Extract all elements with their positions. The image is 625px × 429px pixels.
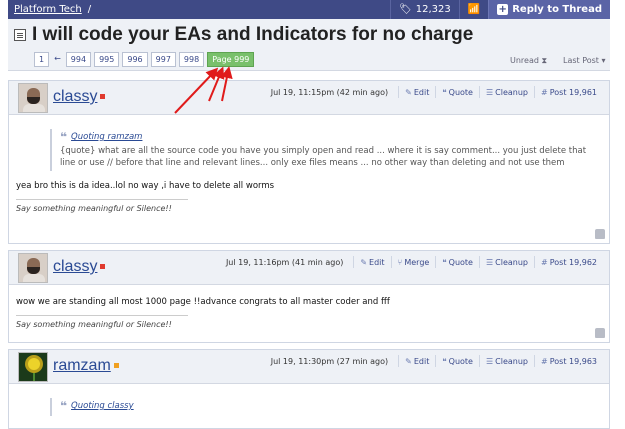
pencil-icon: ✎ — [405, 356, 412, 366]
hash-icon: # — [541, 87, 548, 97]
breadcrumb-separator: / — [87, 4, 92, 15]
post-date: Jul 19, 11:16pm (41 min ago) — [225, 257, 344, 267]
thread-header: I will code your EAs and Indicators for … — [8, 19, 610, 71]
status-icon — [113, 363, 119, 369]
reply-to-thread-button[interactable]: + Reply to Thread — [488, 0, 610, 19]
avatar[interactable] — [18, 352, 48, 382]
username-link[interactable]: classy — [53, 88, 106, 106]
list-icon: ☰ — [485, 257, 494, 267]
quote-author-link[interactable]: Quoting classy — [71, 400, 134, 412]
post-date: Jul 19, 11:15pm (42 min ago) — [270, 87, 389, 97]
signature: Say something meaningful or Silence!! — [16, 320, 172, 329]
avatar[interactable] — [18, 83, 48, 113]
unread-label: Unread — [510, 56, 539, 65]
page-link[interactable]: 996 — [122, 52, 148, 67]
edit-button[interactable]: ✎ Edit — [353, 256, 390, 268]
breadcrumb: Platform Tech / — [8, 4, 91, 15]
post: ramzam Jul 19, 11:30pm (27 min ago) ✎ Edi… — [8, 349, 610, 429]
page-link[interactable]: 998 — [178, 52, 205, 67]
page-link[interactable]: 995 — [94, 52, 120, 67]
edit-button[interactable]: ✎ Edit — [398, 86, 435, 98]
prev-page-arrow[interactable]: ← — [52, 52, 63, 67]
post-number-link[interactable]: # Post 19,963 — [534, 355, 603, 367]
quote-button[interactable]: ❝ Quote — [435, 86, 479, 98]
hash-icon: # — [541, 257, 548, 267]
wifi-icon: 📶 — [467, 4, 481, 15]
subscribe-button[interactable]: 📶 — [458, 0, 488, 19]
lastpost-label: Last Post — [563, 56, 599, 65]
avatar[interactable] — [18, 253, 48, 283]
username-link[interactable]: classy — [53, 258, 106, 276]
thumbs-up-icon[interactable] — [595, 328, 605, 338]
plus-icon: + — [497, 4, 509, 15]
hash-icon: # — [541, 356, 548, 366]
cleanup-button[interactable]: ☰ Cleanup — [478, 86, 534, 98]
post-body: wow we are standing all most 1000 page !… — [9, 285, 609, 335]
quote-block: ❝ Quoting ramzam {quote} what are all th… — [50, 129, 602, 171]
post-meta: Jul 19, 11:15pm (42 min ago) ✎ Edit ❝ Quot… — [271, 86, 603, 98]
quote-button[interactable]: ❝ Quote — [435, 355, 479, 367]
page-link[interactable]: 994 — [65, 52, 92, 67]
thread-title-text: I will code your EAs and Indicators for … — [32, 24, 474, 45]
post-meta: Jul 19, 11:16pm (41 min ago) ✎ Edit ⑂ Merg… — [226, 256, 603, 268]
tag-icon: 🏷 — [399, 4, 412, 15]
hourglass-icon: ⧗ — [541, 56, 548, 65]
quote-block: ❝ Quoting classy — [50, 398, 602, 416]
post-number-link[interactable]: # Post 19,961 — [534, 86, 603, 98]
pencil-icon: ✎ — [405, 87, 412, 97]
post: classy Jul 19, 11:16pm (41 min ago) ✎ Edi… — [8, 250, 610, 343]
chevron-down-icon: ▾ — [601, 56, 606, 65]
post-meta: Jul 19, 11:30pm (27 min ago) ✎ Edit ❝ Quot… — [271, 355, 603, 367]
document-icon — [14, 29, 26, 41]
signature: Say something meaningful or Silence!! — [16, 204, 172, 213]
status-icon — [100, 264, 106, 270]
thread-topbar: Platform Tech / 🏷 12,323 📶 + Reply to Th… — [8, 0, 610, 19]
quote-icon: ❝ — [442, 356, 447, 366]
list-icon: ☰ — [485, 356, 494, 366]
cleanup-button[interactable]: ☰ Cleanup — [478, 355, 534, 367]
breadcrumb-forum-link[interactable]: Platform Tech — [14, 4, 82, 15]
quote-mark-icon: ❝ — [60, 399, 68, 413]
thread-title: I will code your EAs and Indicators for … — [14, 24, 473, 46]
quote-text: {quote} what are all the source code you… — [60, 146, 587, 168]
post-message: wow we are standing all most 1000 page !… — [16, 297, 390, 307]
views-count: 12,323 — [415, 4, 451, 15]
page-link[interactable]: 1 — [34, 52, 50, 67]
post-date: Jul 19, 11:30pm (27 min ago) — [270, 356, 389, 366]
quote-mark-icon: ❝ — [60, 130, 68, 144]
cleanup-button[interactable]: ☰ Cleanup — [478, 256, 534, 268]
post: classy Jul 19, 11:15pm (42 min ago) ✎ Edi… — [8, 80, 610, 244]
post-header: classy Jul 19, 11:15pm (42 min ago) ✎ Edi… — [9, 81, 609, 115]
lastpost-dropdown[interactable]: Last Post ▾ — [563, 56, 606, 65]
pagination: 1 ← 994 995 996 997 998 Page 999 — [34, 52, 255, 67]
post-header: classy Jul 19, 11:16pm (41 min ago) ✎ Edi… — [9, 251, 609, 285]
quote-icon: ❝ — [442, 87, 447, 97]
quote-button[interactable]: ❝ Quote — [435, 256, 479, 268]
views-counter[interactable]: 🏷 12,323 — [390, 0, 459, 19]
merge-button[interactable]: ⑂ Merge — [390, 256, 436, 268]
post-body: ❝ Quoting ramzam {quote} what are all th… — [9, 115, 609, 219]
list-icon: ☰ — [485, 87, 494, 97]
quote-icon: ❝ — [442, 257, 447, 267]
quote-author-link[interactable]: Quoting ramzam — [71, 131, 142, 143]
edit-button[interactable]: ✎ Edit — [398, 355, 435, 367]
page-link[interactable]: 997 — [150, 52, 176, 67]
reply-label: Reply to Thread — [512, 4, 602, 15]
current-page: Page 999 — [207, 52, 255, 67]
post-body: ❝ Quoting classy — [9, 384, 609, 416]
status-icon — [100, 94, 106, 100]
unread-toggle[interactable]: Unread ⧗ — [510, 56, 547, 66]
username-link[interactable]: ramzam — [53, 357, 119, 375]
merge-icon: ⑂ — [397, 257, 403, 267]
post-number-link[interactable]: # Post 19,962 — [534, 256, 603, 268]
post-header: ramzam Jul 19, 11:30pm (27 min ago) ✎ Edi… — [9, 350, 609, 384]
post-message: yea bro this is da idea..lol no way ,i h… — [16, 181, 275, 191]
pencil-icon: ✎ — [360, 257, 368, 267]
thumbs-up-icon[interactable] — [595, 229, 605, 239]
